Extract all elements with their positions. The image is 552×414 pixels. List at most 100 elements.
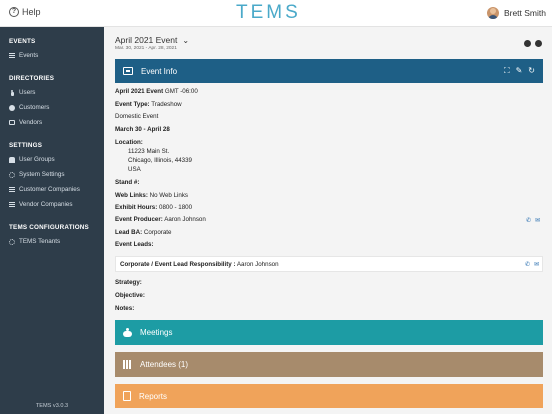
clock-icon[interactable] [524,40,531,47]
edit-icon[interactable]: ✎ [516,66,523,76]
field-label: Corporate / Event Lead Responsibility : [120,261,236,268]
meetings-title: Meetings [140,328,173,337]
vendor-card-icon [9,120,15,125]
app-version: TEMS v3.0.3 [35,403,69,409]
top-bar: ? Help TEMS Brett Smith [0,0,552,27]
app-logo: TEMS [236,2,301,23]
sidebar-item-events[interactable]: Events [9,52,38,59]
sidebar-item-customers[interactable]: Customers [9,104,49,111]
reports-section[interactable]: Reports [115,384,543,408]
sidebar-item-label: Customers [19,104,50,111]
sidebar-item-label: Vendor Companies [19,201,73,208]
attendees-section[interactable]: Attendees (1) [115,352,543,377]
producer-contact: ✆ ✉ [526,217,540,224]
group-icon [9,156,15,163]
gear-icon [9,238,15,245]
event-info-title: Event Info [141,66,178,76]
notes-label: Notes: [115,305,135,312]
field-label: Lead BA: [115,229,143,236]
sidebar-item-label: Vendors [19,119,43,126]
help-button[interactable]: ? Help [9,7,41,17]
list-icon [9,53,15,58]
location-label: Location: [115,139,143,146]
sidebar-item-customer-companies[interactable]: Customer Companies [9,186,80,193]
sidebar-item-vendors[interactable]: Vendors [9,119,42,126]
refresh-icon[interactable]: ↻ [528,66,535,76]
document-icon [123,391,131,401]
sidebar-item-user-groups[interactable]: User Groups [9,156,55,163]
page-tools [524,40,542,47]
address-line-2: Chicago, Illinois, 44339 [128,157,192,164]
field-label: Event Producer: [115,216,163,223]
meetings-icon [123,328,132,337]
attendees-title: Attendees (1) [140,360,189,369]
sidebar-section-tems-configurations: TEMS CONFIGURATIONS [9,224,89,231]
email-icon[interactable]: ✉ [535,217,540,224]
phone-icon[interactable]: ✆ [526,217,531,224]
sidebar-item-tems-tenants[interactable]: TEMS Tenants [9,238,60,245]
list-icon [9,187,15,192]
event-leads-label: Event Leads: [115,241,154,248]
event-lead-card: Corporate / Event Lead Responsibility : … [115,256,543,272]
list-icon [9,202,15,207]
event-producer-value: Aaron Johnson [164,216,206,223]
page-title: April 2021 Event [115,35,178,45]
event-info-body: April 2021 Event GMT -06:00 Event Type: … [115,83,543,343]
sidebar-item-vendor-companies[interactable]: Vendor Companies [9,201,73,208]
reports-title: Reports [139,391,168,401]
exhibit-hours-row: Exhibit Hours: 0800 - 1800 [115,204,192,211]
help-label: Help [22,7,41,17]
user-name: Brett Smith [503,8,546,18]
event-info-panel: Event Info ⛶ ✎ ↻ [115,59,543,83]
meetings-section[interactable]: Meetings [115,320,543,345]
sidebar-item-users[interactable]: Users [9,89,35,96]
sidebar-section-events: EVENTS [9,38,36,45]
objective-label: Objective: [115,292,145,299]
lead-card-row: Corporate / Event Lead Responsibility : … [120,261,279,268]
event-dates: March 30 - April 28 [115,126,170,133]
gear-icon[interactable] [535,40,542,47]
sidebar-item-system-settings[interactable]: System Settings [9,171,65,178]
weblinks-row: Web Links: No Web Links [115,192,188,199]
sidebar-item-label: System Settings [19,171,65,178]
lead-contact: ✆ ✉ [525,261,539,268]
avatar [486,7,499,19]
exhibit-hours-value: 0800 - 1800 [159,204,193,211]
expand-icon[interactable]: ⛶ [504,66,510,76]
sidebar-item-label: Events [19,52,39,59]
user-icon [9,89,15,96]
stand-label: Stand #: [115,179,140,186]
sidebar: EVENTS Events DIRECTORIES Users Customer… [0,27,104,414]
customer-icon [9,104,15,111]
event-type-value: Tradeshow [151,101,182,108]
event-producer-row: Event Producer: Aaron Johnson [115,216,206,223]
question-icon: ? [9,7,19,17]
lead-ba-row: Lead BA: Corporate [115,229,171,236]
sidebar-item-label: Customer Companies [19,186,80,193]
lead-card-value: Aaron Johnson [236,261,279,268]
panel-tools: ⛶ ✎ ↻ [504,66,543,76]
sidebar-item-label: TEMS Tenants [19,238,61,245]
phone-icon[interactable]: ✆ [525,261,530,268]
event-date-range: Mar. 30, 2021 - Apr. 28, 2021 [115,46,177,51]
address-line-1: 11223 Main St. [128,148,170,155]
sidebar-item-label: User Groups [19,156,55,163]
field-label: Exhibit Hours: [115,204,158,211]
event-name-row: April 2021 Event GMT -06:00 [115,88,198,95]
gear-icon [9,171,15,178]
attendees-icon [123,360,132,369]
email-icon[interactable]: ✉ [534,261,539,268]
event-scope: Domestic Event [115,113,159,120]
chevron-down-icon: ⌄ [182,35,190,45]
event-selector[interactable]: April 2021 Event ⌄ [115,35,189,45]
image-icon [123,67,133,75]
event-info-header[interactable]: Event Info ⛶ ✎ ↻ [115,59,543,83]
weblinks-value: No Web Links [149,192,189,199]
sidebar-item-label: Users [19,89,36,96]
field-label: Web Links: [115,192,148,199]
strategy-label: Strategy: [115,279,142,286]
user-menu[interactable]: Brett Smith [486,7,546,19]
sidebar-section-directories: DIRECTORIES [9,75,55,82]
event-timezone: GMT -06:00 [164,88,198,95]
event-name: April 2021 Event [115,88,164,95]
